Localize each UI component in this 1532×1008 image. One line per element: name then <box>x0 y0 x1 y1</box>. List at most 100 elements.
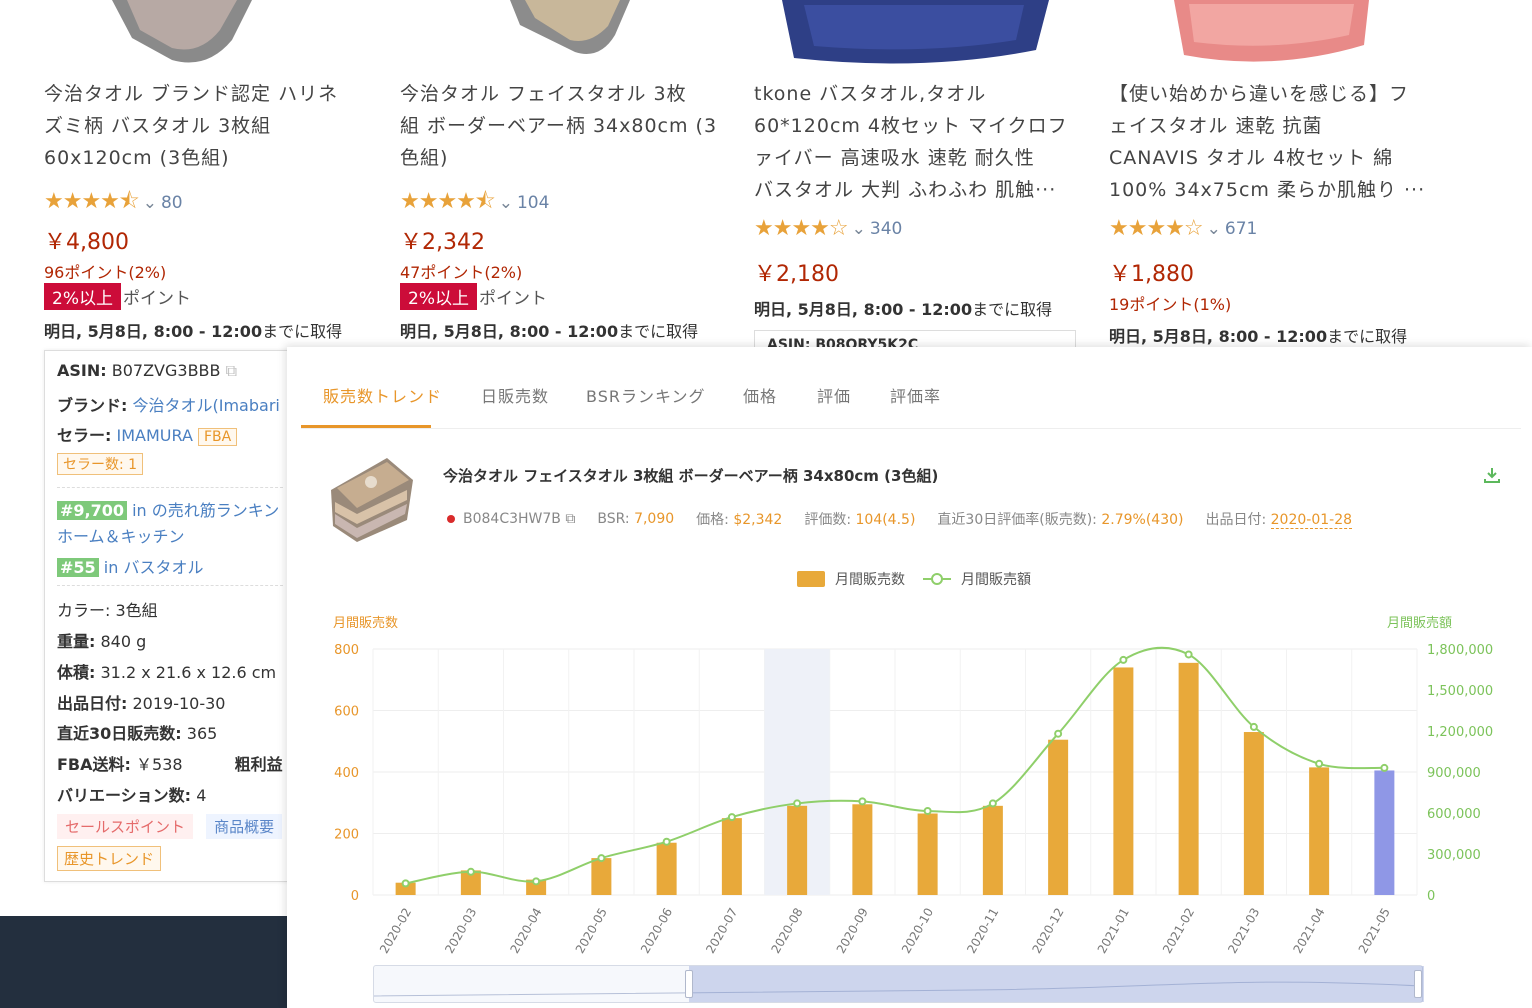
sales-chart[interactable]: 月間販売数 月間販売額 0 200 400 600 800 0 300,000 600,000 90… <box>287 607 1532 967</box>
bar[interactable] <box>1113 667 1134 895</box>
download-icon[interactable] <box>1482 465 1502 485</box>
product-title[interactable]: 【使い始めから違いを感じる】フ ェイスタオル 速乾 抗菌 CANAVIS タオル… <box>1109 78 1425 206</box>
line-point[interactable] <box>793 799 802 808</box>
bar[interactable] <box>1309 767 1330 895</box>
rating-count[interactable]: 80 <box>161 193 183 213</box>
right-tick-label: 0 <box>1427 889 1435 904</box>
rating-count[interactable]: 340 <box>870 219 902 239</box>
x-tick-label: 2020-09 <box>834 906 871 956</box>
external-link-icon[interactable]: ⧉ <box>565 511 575 527</box>
asin-value[interactable]: B07ZVG3BBB <box>112 361 221 380</box>
bar[interactable] <box>787 805 808 895</box>
sales-points-button[interactable]: セールスポイント <box>57 814 194 839</box>
line-point[interactable] <box>1184 650 1193 659</box>
brand-link[interactable]: 今治タオル(Imabari <box>133 396 280 415</box>
tab-bsr-ranking[interactable]: BSRランキング <box>586 383 706 407</box>
seller-count-tag[interactable]: セラー数: 1 <box>57 453 144 475</box>
line-point[interactable] <box>1315 759 1324 768</box>
line-point[interactable] <box>466 867 475 876</box>
tab-daily-sales[interactable]: 日販売数 <box>481 383 549 407</box>
tab-rating-rate[interactable]: 評価率 <box>890 383 941 407</box>
legend-line-swatch[interactable] <box>923 571 951 587</box>
bar[interactable] <box>1243 732 1264 895</box>
line-point[interactable] <box>1380 763 1389 772</box>
sales30-row: 直近30日販売数: 365 <box>57 724 218 743</box>
points: 19ポイント(1%) <box>1109 295 1232 314</box>
line-point[interactable] <box>1119 655 1128 664</box>
rating-row[interactable]: ★★★★⯪ ⌄ 104 <box>400 184 549 222</box>
rating-row[interactable]: ★★★★☆ ⌄ 340 <box>754 216 902 241</box>
x-tick-label: 2020-06 <box>638 906 675 956</box>
slider-selection[interactable] <box>689 966 1424 1002</box>
x-tick-label: 2020-03 <box>442 906 479 956</box>
line-point[interactable] <box>532 877 541 886</box>
asin-meta[interactable]: B084C3HW7B ⧉ <box>447 511 575 527</box>
history-trend-button[interactable]: 歴史トレンド <box>57 846 162 871</box>
slider-handle-left[interactable] <box>685 970 693 998</box>
legend-label-bar[interactable]: 月間販売数 <box>835 569 905 589</box>
line-point[interactable] <box>1054 729 1063 738</box>
rating-count[interactable]: 671 <box>1225 219 1257 239</box>
legend-bar-swatch[interactable] <box>797 571 825 587</box>
line-point[interactable] <box>1249 722 1258 731</box>
product-image[interactable] <box>112 0 262 68</box>
bar[interactable] <box>917 813 938 895</box>
chevron-down-icon[interactable]: ⌄ <box>852 219 866 239</box>
rank-row-2: #55 in バスタオル <box>57 554 203 578</box>
right-axis-label: 月間販売額 <box>1387 615 1452 631</box>
x-tick-label: 2021-01 <box>1095 906 1132 956</box>
price: ￥2,342 <box>400 230 485 255</box>
product-image[interactable] <box>1164 0 1384 68</box>
x-tick-label: 2020-10 <box>899 906 936 956</box>
bar[interactable] <box>591 858 612 895</box>
variation-row: バリエーション数: 4 <box>57 786 207 805</box>
product-image[interactable] <box>774 0 1054 68</box>
chevron-down-icon[interactable]: ⌄ <box>1207 219 1221 239</box>
rank-category-link[interactable]: ホーム＆キッチン <box>57 527 185 546</box>
slider-handle-right[interactable] <box>1414 970 1422 998</box>
data-zoom-slider[interactable] <box>373 965 1424 1003</box>
x-tick-label: 2020-04 <box>508 906 545 956</box>
product-title[interactable]: 今治タオル フェイスタオル 3枚 組 ボーダーベアー柄 34x80cm (3 色… <box>400 78 717 174</box>
tab-rating[interactable]: 評価 <box>817 383 851 407</box>
product-info-panel: ASIN: B07ZVG3BBB ⧉ ブランド: 今治タオル(Imabari セ… <box>44 350 294 882</box>
footer-strip <box>0 916 290 1008</box>
bar[interactable] <box>656 842 677 895</box>
line-point[interactable] <box>597 854 606 863</box>
rank-category-link[interactable]: in の売れ筋ランキン <box>132 501 279 520</box>
bar[interactable] <box>721 818 742 895</box>
product-image[interactable] <box>490 0 640 68</box>
x-tick-label: 2020-05 <box>573 906 610 956</box>
rating-count[interactable]: 104 <box>517 193 549 213</box>
product-title[interactable]: 今治タオル ブランド認定 ハリネ ズミ柄 バスタオル 3枚組 60x120cm … <box>44 78 338 174</box>
bar[interactable] <box>1374 770 1395 895</box>
star-rating-icon: ★★★★⯪ <box>400 189 496 214</box>
line-point[interactable] <box>662 837 671 846</box>
summary-button[interactable]: 商品概要 <box>206 814 283 839</box>
rating-row[interactable]: ★★★★☆ ⌄ 671 <box>1109 216 1257 241</box>
tab-sales-trend[interactable]: 販売数トレンド <box>323 383 442 407</box>
line-point[interactable] <box>923 806 932 815</box>
seller-link[interactable]: IMAMURA <box>117 426 193 445</box>
rating-row[interactable]: ★★★★⯪ ⌄ 80 <box>44 184 183 222</box>
line-point[interactable] <box>401 879 410 888</box>
asin-row: ASIN: B07ZVG3BBB ⧉ <box>57 361 238 380</box>
line-point[interactable] <box>858 797 867 806</box>
product-title[interactable]: tkone バスタオル,タオル 60*120cm 4枚セット マイクロフ ァイバ… <box>754 78 1068 206</box>
bar[interactable] <box>1178 662 1199 895</box>
bar[interactable] <box>852 804 873 895</box>
bar[interactable] <box>982 805 1003 895</box>
line-point[interactable] <box>988 799 997 808</box>
chevron-down-icon[interactable]: ⌄ <box>143 193 157 213</box>
rank-category-link[interactable]: in バスタオル <box>104 558 204 577</box>
legend-label-line[interactable]: 月間販売額 <box>961 569 1031 589</box>
product-thumbnail[interactable] <box>327 450 415 544</box>
copy-icon[interactable]: ⧉ <box>226 361 237 380</box>
bar[interactable] <box>1048 739 1069 895</box>
chevron-down-icon[interactable]: ⌄ <box>499 193 513 213</box>
chart-legend[interactable]: 月間販売数 月間販売額 <box>797 569 1031 589</box>
x-tick-label: 2021-05 <box>1356 906 1393 956</box>
right-tick-label: 900,000 <box>1427 766 1481 781</box>
line-point[interactable] <box>727 813 736 822</box>
tab-price[interactable]: 価格 <box>743 383 777 407</box>
